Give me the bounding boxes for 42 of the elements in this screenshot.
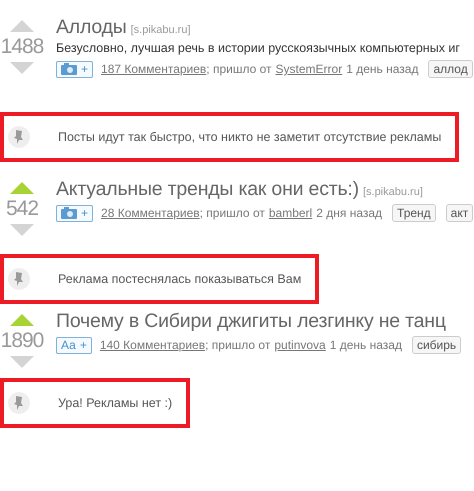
author-link[interactable]: putinvova [274, 337, 326, 353]
post-title[interactable]: Почему в Сибири джигиты лезгинку не танц [56, 310, 446, 332]
rating: 542 [6, 197, 38, 221]
content-badge[interactable]: + [56, 204, 94, 222]
tag[interactable]: акт [446, 204, 474, 222]
rating: 1488 [0, 35, 44, 59]
downvote-icon[interactable] [10, 62, 34, 74]
post-title[interactable]: Актуальные тренды как они есть:) [56, 178, 359, 200]
rating: 1890 [0, 329, 44, 353]
post-time: 2 дня назад [316, 205, 382, 221]
pin-icon [8, 268, 30, 290]
source-domain: [s.pikabu.ru] [362, 186, 423, 198]
camera-icon [61, 207, 77, 219]
downvote-icon[interactable] [10, 224, 34, 236]
author-link[interactable]: bamberl [268, 205, 312, 221]
content-badge[interactable]: + [56, 60, 94, 78]
upvote-icon[interactable] [10, 20, 34, 32]
post-description: Безусловно, лучшая речь в истории русскоязычных компьютерных иг [56, 40, 461, 56]
pin-icon [8, 392, 30, 414]
downvote-icon[interactable] [10, 356, 34, 368]
upvote-icon[interactable] [10, 314, 34, 326]
comments-link[interactable]: 28 Комментариев [101, 205, 200, 221]
pin-icon [8, 126, 30, 148]
notice-text: Ура! Рекламы нет :) [58, 396, 172, 410]
upvote-icon[interactable] [10, 182, 34, 194]
tag[interactable]: аллод [428, 60, 473, 78]
author-link[interactable]: SystemError [276, 61, 342, 77]
comments-link[interactable]: 187 Комментариев [101, 61, 206, 77]
content-badge[interactable]: Аа + [56, 336, 92, 354]
comments-link[interactable]: 140 Комментариев [100, 337, 206, 353]
notice-text: Посты идут так быстро, что никто не заметит отсутствие рекламы [58, 130, 442, 144]
post-time: 1 день назад [346, 61, 418, 77]
tag[interactable]: сибирь [412, 336, 462, 354]
post-time: 1 день назад [330, 337, 402, 353]
from-label: ; пришло от [206, 61, 272, 77]
from-label: ; пришло от [205, 337, 270, 353]
camera-icon [61, 63, 77, 75]
tag[interactable]: Тренд [392, 204, 436, 222]
post-title[interactable]: Аллоды [56, 16, 127, 38]
notice-text: Реклама постеснялась показываться Вам [58, 272, 302, 286]
from-label: ; пришло от [200, 205, 265, 221]
source-domain: [s.pikabu.ru] [130, 24, 191, 36]
